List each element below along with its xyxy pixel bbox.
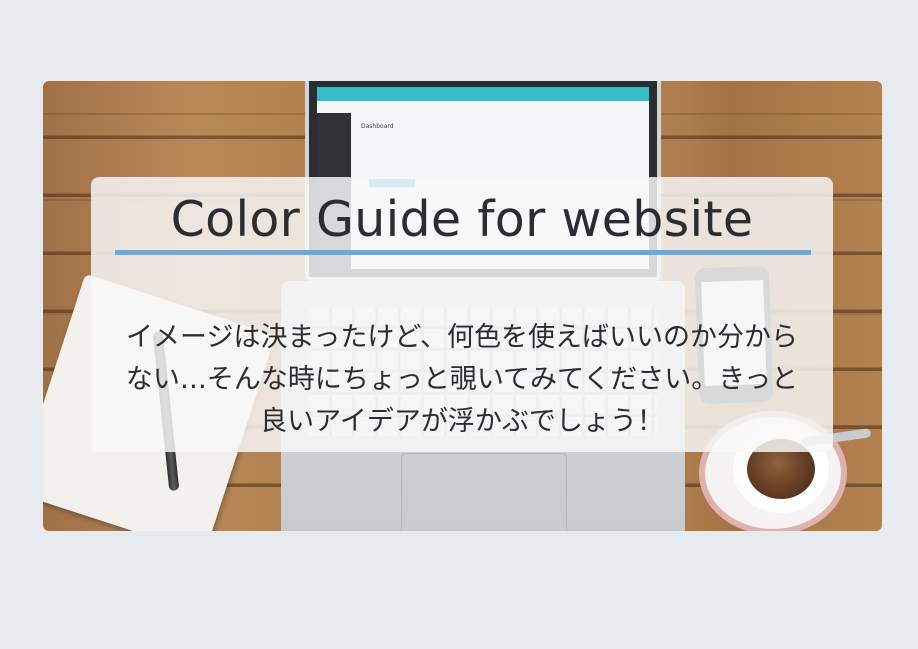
title-underline <box>115 250 811 255</box>
hero-description: イメージは決まったけど、何色を使えばいいのか分からない…そんな時にちょっと覗いて… <box>125 322 799 437</box>
hero-text-card: Color Guide for website イメージは決まったけど、何色を使… <box>91 177 833 452</box>
page-title: Color Guide for website <box>170 191 754 248</box>
